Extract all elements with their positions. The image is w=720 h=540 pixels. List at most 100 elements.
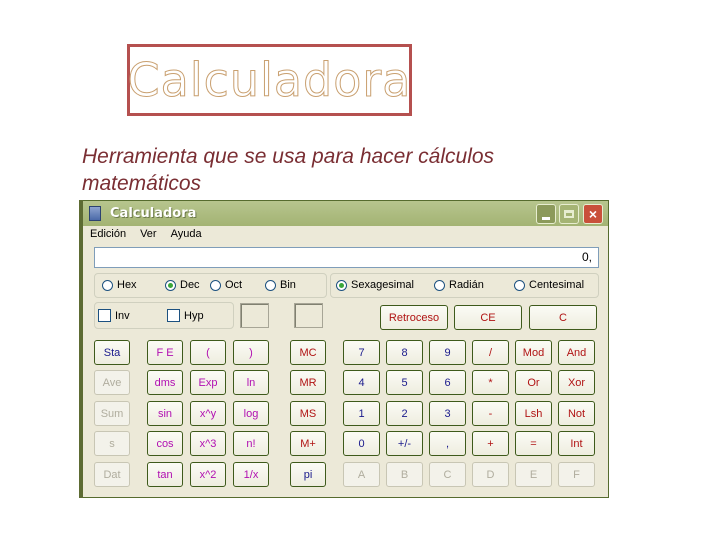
parenthesis-indicator [240, 303, 269, 328]
radio-dec[interactable]: Dec [165, 279, 200, 291]
window-left-edge [79, 200, 83, 498]
calculator-window: Calculadora × Edición Ver Ayuda 0, Hex D… [79, 200, 609, 498]
function-key[interactable]: dms [147, 370, 183, 395]
radio-centesimal[interactable]: Centesimal [514, 279, 584, 291]
radio-icon [265, 279, 276, 291]
memory-key-mplus[interactable]: M+ [290, 431, 326, 456]
memory-indicator [294, 303, 323, 328]
keypad-key[interactable]: , [429, 431, 466, 456]
hex-digit-key: D [472, 462, 509, 487]
clear-entry-button[interactable]: CE [454, 305, 522, 330]
checkbox-icon [167, 309, 180, 322]
radio-radian[interactable]: Radián [434, 279, 484, 291]
result-display[interactable]: 0, [94, 247, 599, 268]
calculator-icon [89, 206, 101, 221]
keypad-key[interactable]: 9 [429, 340, 466, 365]
radio-label: Dec [180, 279, 200, 291]
keypad-key[interactable]: And [558, 340, 595, 365]
keypad-key[interactable]: 5 [386, 370, 423, 395]
checkbox-inv[interactable]: Inv [98, 309, 130, 322]
function-key[interactable]: ln [233, 370, 269, 395]
function-key[interactable]: n! [233, 431, 269, 456]
slide-subtitle: Herramienta que se usa para hacer cálcul… [82, 145, 495, 195]
radio-selected-icon [165, 279, 176, 291]
keypad-key[interactable]: Lsh [515, 401, 552, 426]
function-key[interactable]: ( [190, 340, 226, 365]
keypad-key[interactable]: - [472, 401, 509, 426]
radio-icon [434, 279, 445, 291]
function-key[interactable]: tan [147, 462, 183, 487]
keypad-key[interactable]: +/- [386, 431, 423, 456]
radio-label: Oct [225, 279, 243, 291]
clear-button[interactable]: C [529, 305, 597, 330]
radio-label: Centesimal [529, 279, 585, 291]
keypad-key[interactable]: Mod [515, 340, 552, 365]
keypad-key[interactable]: 0 [343, 431, 380, 456]
checkbox-label: Inv [115, 309, 130, 322]
menu-ver[interactable]: Ver [140, 228, 157, 240]
radio-label: Sexagesimal [351, 279, 414, 291]
keypad-key[interactable]: 3 [429, 401, 466, 426]
function-key[interactable]: x^3 [190, 431, 226, 456]
memory-key-pi[interactable]: pi [290, 462, 326, 487]
hex-digit-key: B [386, 462, 423, 487]
keypad-key[interactable]: Int [558, 431, 595, 456]
keypad-key[interactable]: = [515, 431, 552, 456]
maximize-button[interactable] [559, 204, 579, 224]
close-button[interactable]: × [583, 204, 603, 224]
stat-key-sta[interactable]: Sta [94, 340, 130, 365]
keypad-key[interactable]: * [472, 370, 509, 395]
minimize-button[interactable] [536, 204, 556, 224]
radio-label: Bin [280, 279, 296, 291]
radio-icon [102, 279, 113, 291]
menu-edicion[interactable]: Edición [90, 228, 126, 240]
radio-label: Hex [117, 279, 137, 291]
keypad-key[interactable]: 2 [386, 401, 423, 426]
memory-key-ms[interactable]: MS [290, 401, 326, 426]
function-key[interactable]: ) [233, 340, 269, 365]
keypad-key[interactable]: 4 [343, 370, 380, 395]
maximize-icon [564, 210, 574, 218]
stat-key-sum: Sum [94, 401, 130, 426]
keypad-key[interactable]: Or [515, 370, 552, 395]
window-title: Calculadora [110, 206, 197, 221]
radio-hex[interactable]: Hex [102, 279, 137, 291]
close-icon: × [588, 206, 598, 222]
radio-icon [210, 279, 221, 291]
keypad-key[interactable]: Not [558, 401, 595, 426]
hex-digit-key: A [343, 462, 380, 487]
keypad-key[interactable]: Xor [558, 370, 595, 395]
keypad-key[interactable]: + [472, 431, 509, 456]
keypad-key[interactable]: 1 [343, 401, 380, 426]
backspace-button[interactable]: Retroceso [380, 305, 448, 330]
menu-ayuda[interactable]: Ayuda [171, 228, 202, 240]
hex-digit-key: E [515, 462, 552, 487]
keypad-key[interactable]: / [472, 340, 509, 365]
hex-digit-key: F [558, 462, 595, 487]
function-key[interactable]: cos [147, 431, 183, 456]
function-key[interactable]: log [233, 401, 269, 426]
hex-digit-key: C [429, 462, 466, 487]
keypad-key[interactable]: 8 [386, 340, 423, 365]
checkbox-icon [98, 309, 111, 322]
function-key[interactable]: x^y [190, 401, 226, 426]
checkbox-label: Hyp [184, 309, 204, 322]
checkbox-hyp[interactable]: Hyp [167, 309, 204, 322]
radio-sexagesimal[interactable]: Sexagesimal [336, 279, 414, 291]
keypad-key[interactable]: 7 [343, 340, 380, 365]
function-key[interactable]: sin [147, 401, 183, 426]
radio-oct[interactable]: Oct [210, 279, 242, 291]
memory-key-mc[interactable]: MC [290, 340, 326, 365]
memory-key-mr[interactable]: MR [290, 370, 326, 395]
stat-key-dat: Dat [94, 462, 130, 487]
stat-key-s: s [94, 431, 130, 456]
menu-bar: Edición Ver Ayuda [90, 228, 202, 240]
keypad-key[interactable]: 6 [429, 370, 466, 395]
radio-selected-icon [336, 279, 347, 291]
radio-bin[interactable]: Bin [265, 279, 296, 291]
title-bar[interactable]: Calculadora × [80, 201, 608, 226]
function-key[interactable]: F E [147, 340, 183, 365]
function-key[interactable]: Exp [190, 370, 226, 395]
function-key[interactable]: 1/x [233, 462, 269, 487]
function-key[interactable]: x^2 [190, 462, 226, 487]
